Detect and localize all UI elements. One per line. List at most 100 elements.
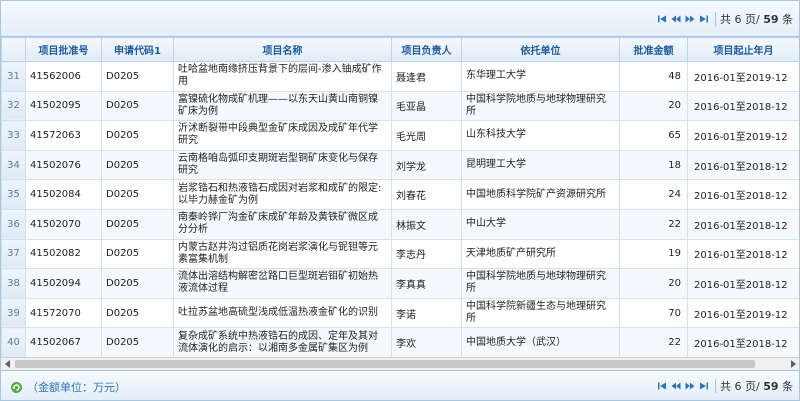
- amount-cell: 19: [619, 238, 688, 270]
- unit-header[interactable]: 依托单位: [461, 37, 620, 62]
- application-code-cell: D0205: [101, 208, 174, 240]
- leader-header[interactable]: 项目负责人: [391, 37, 462, 62]
- prev-page-icon[interactable]: [669, 379, 683, 393]
- first-page-icon[interactable]: [655, 379, 669, 393]
- approval-number-cell: 41502076: [25, 149, 102, 181]
- horizontal-scrollbar[interactable]: [1, 357, 799, 370]
- amount-cell: 18: [619, 149, 688, 181]
- row-number: 39: [1, 297, 26, 329]
- project-name-cell: 沂沭断裂带中段典型金矿床成因及成矿年代学研究: [173, 120, 392, 151]
- header-row: 项目批准号 申请代码1 项目名称 项目负责人 依托单位 批准金额 项目起止年月: [1, 37, 799, 62]
- refresh-icon[interactable]: [9, 380, 23, 394]
- period-cell: 2016-01至2018-12: [687, 327, 799, 357]
- leader-cell: 毛亚晶: [391, 90, 462, 122]
- scroll-right-icon[interactable]: [786, 358, 799, 370]
- bottom-toolbar: （金额单位：万元） 共 6 页/ 59 条: [1, 370, 799, 400]
- pager-separator: [714, 12, 716, 26]
- period-cell: 2016-01至2019-12: [687, 297, 799, 329]
- leader-cell: 李真真: [391, 268, 462, 299]
- row-number: 31: [1, 61, 26, 92]
- first-page-icon[interactable]: [655, 12, 669, 26]
- total-items: 59: [763, 380, 779, 393]
- leader-cell: 刘学龙: [391, 149, 462, 181]
- total-pages: 6: [734, 380, 742, 393]
- amount-cell: 48: [619, 61, 688, 92]
- amount-cell: 65: [619, 120, 688, 151]
- amount-cell: 22: [619, 208, 688, 240]
- application-code-cell: D0205: [101, 149, 174, 181]
- application-code-cell: D0205: [101, 238, 174, 270]
- table-row[interactable]: 34 41502076 D0205 云南格咱岛弧印支期斑岩型铜矿床变化与保存研究 刘学龙…: [1, 149, 799, 181]
- approval-number-cell: 41502084: [25, 179, 102, 210]
- table-row[interactable]: 36 41502070 D0205 南秦岭铧厂沟金矿床成矿年龄及黄铁矿微区成分分析 林振…: [1, 208, 799, 240]
- row-number: 37: [1, 238, 26, 270]
- approval-number-header[interactable]: 项目批准号: [25, 37, 102, 62]
- row-number: 35: [1, 179, 26, 210]
- next-page-icon[interactable]: [683, 379, 697, 393]
- row-number: 32: [1, 90, 26, 122]
- prev-page-icon[interactable]: [669, 12, 683, 26]
- table-row[interactable]: 32 41502095 D0205 富镍硫化物成矿机理——以东天山黄山南铜镍矿床为例毛…: [1, 90, 799, 122]
- leader-cell: 李诺: [391, 297, 462, 329]
- unit-cell: 天津地质矿产研究所: [461, 238, 620, 270]
- approval-number-cell: 41502082: [25, 238, 102, 270]
- amount-unit-note: （金额单位：万元）: [9, 379, 126, 395]
- leader-cell: 林振文: [391, 208, 462, 240]
- last-page-icon[interactable]: [697, 379, 711, 393]
- pages-suffix: 页/: [744, 380, 760, 393]
- application-code-cell: D0205: [101, 297, 174, 329]
- scrollbar-thumb[interactable]: [15, 360, 755, 368]
- period-cell: 2016-01至2018-12: [687, 238, 799, 270]
- project-name-cell: 复杂成矿系统中热液锆石的成因、定年及其对流体演化的启示：以湘南多金属矿集区为例: [173, 327, 392, 357]
- table-body: 31 41562006 D0205 吐哈盆地南缘挤压背景下的层间-渗入铀成矿作用 聂逢君…: [1, 61, 799, 357]
- top-pager: 共 6 页/ 59 条: [655, 9, 793, 29]
- project-grid: 项目批准号 申请代码1 项目名称 项目负责人 依托单位 批准金额 项目起止年月 31 4156…: [1, 37, 799, 357]
- unit-cell: 中国地质科学院矿产资源研究所: [461, 179, 620, 210]
- period-cell: 2016-01至2018-12: [687, 208, 799, 240]
- top-toolbar: 共 6 页/ 59 条: [1, 1, 799, 37]
- unit-cell: 中国地质大学（武汉）: [461, 327, 620, 357]
- row-number: 40: [1, 327, 26, 357]
- project-name-cell: 云南格咱岛弧印支期斑岩型铜矿床变化与保存研究: [173, 149, 392, 181]
- row-number: 34: [1, 149, 26, 181]
- last-page-icon[interactable]: [697, 12, 711, 26]
- unit-cell: 中国科学院地质与地球物理研究所: [461, 268, 620, 299]
- approval-number-cell: 41502094: [25, 268, 102, 299]
- items-suffix: 条: [782, 380, 793, 393]
- approval-number-cell: 41502070: [25, 208, 102, 240]
- period-cell: 2016-01至2018-12: [687, 268, 799, 299]
- scroll-left-icon[interactable]: [1, 358, 14, 370]
- application-code-header[interactable]: 申请代码1: [101, 37, 174, 62]
- amount-cell: 20: [619, 90, 688, 122]
- unit-cell: 中山大学: [461, 208, 620, 240]
- total-pages: 6: [734, 13, 742, 26]
- table-row[interactable]: 31 41562006 D0205 吐哈盆地南缘挤压背景下的层间-渗入铀成矿作用 聂逢君…: [1, 61, 799, 92]
- project-name-cell: 流体出溶结构解密岔路口巨型斑岩钼矿初始热液流体过程: [173, 268, 392, 299]
- project-name-cell: 吐哈盆地南缘挤压背景下的层间-渗入铀成矿作用: [173, 61, 392, 92]
- unit-cell: 东华理工大学: [461, 61, 620, 92]
- amount-header[interactable]: 批准金额: [619, 37, 688, 62]
- project-name-cell: 南秦岭铧厂沟金矿床成矿年龄及黄铁矿微区成分分析: [173, 208, 392, 240]
- application-code-cell: D0205: [101, 90, 174, 122]
- table-row[interactable]: 38 41502094 D0205 流体出溶结构解密岔路口巨型斑岩钼矿初始热液流体过程…: [1, 268, 799, 299]
- table-row[interactable]: 33 41572063 D0205 沂沭断裂带中段典型金矿床成因及成矿年代学研究 毛光周…: [1, 120, 799, 151]
- unit-cell: 山东科技大学: [461, 120, 620, 151]
- unit-cell: 中国科学院新疆生态与地理研究所: [461, 297, 620, 329]
- row-number: 36: [1, 208, 26, 240]
- project-table: 项目批准号 申请代码1 项目名称 项目负责人 依托单位 批准金额 项目起止年月 31 4156…: [1, 37, 799, 357]
- period-cell: 2016-01至2018-12: [687, 149, 799, 181]
- page-summary: 共 6 页/ 59 条: [720, 11, 793, 27]
- approval-number-cell: 41502067: [25, 327, 102, 357]
- table-row[interactable]: 37 41502082 D0205 内蒙古赵井沟过铝质花岗岩浆演化与铌钽等元素富集机制…: [1, 238, 799, 270]
- period-header[interactable]: 项目起止年月: [687, 37, 799, 62]
- next-page-icon[interactable]: [683, 12, 697, 26]
- project-name-cell: 富镍硫化物成矿机理——以东天山黄山南铜镍矿床为例: [173, 90, 392, 122]
- project-name-header[interactable]: 项目名称: [173, 37, 392, 62]
- project-name-cell: 内蒙古赵井沟过铝质花岗岩浆演化与铌钽等元素富集机制: [173, 238, 392, 270]
- table-row[interactable]: 39 41572070 D0205 吐拉苏盆地高硫型浅成低温热液金矿化的识别 李诺 中国科…: [1, 297, 799, 329]
- period-cell: 2016-01至2018-12: [687, 90, 799, 122]
- table-row[interactable]: 35 41502084 D0205 岩浆锆石和热液锆石成因对岩浆和成矿的限定:以毕力赫…: [1, 179, 799, 210]
- pager-separator: [714, 379, 716, 393]
- leader-cell: 李志丹: [391, 238, 462, 270]
- table-row[interactable]: 40 41502067 D0205 复杂成矿系统中热液锆石的成因、定年及其对流体演化的…: [1, 327, 799, 357]
